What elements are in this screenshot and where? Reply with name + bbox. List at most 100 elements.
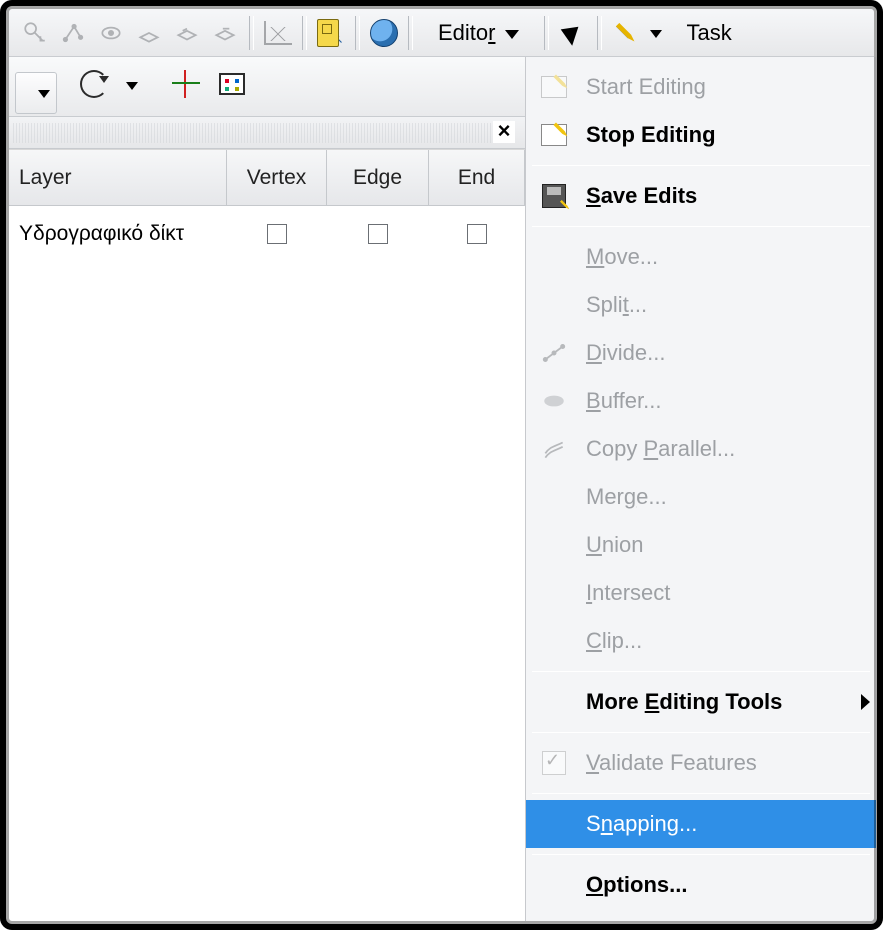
menu-buffer: Buffer...: [526, 377, 876, 425]
save-icon: [536, 178, 572, 214]
vertex-checkbox[interactable]: [267, 224, 287, 244]
menu-separator: [532, 793, 870, 794]
chevron-down-icon[interactable]: [650, 30, 662, 38]
task-label: Task: [676, 20, 731, 46]
submenu-arrow-icon: [861, 694, 870, 710]
menu-validate-features: Validate Features: [526, 739, 876, 787]
toolbar-divider: [355, 16, 360, 50]
snapping-panel: Layer Vertex Edge End Υδρογραφικό δίκτ: [9, 149, 525, 921]
copy-parallel-icon: [536, 431, 572, 467]
layer-plane1-icon[interactable]: [131, 15, 167, 51]
edit-vertex-icon[interactable]: [55, 15, 91, 51]
menu-separator: [532, 854, 870, 855]
table-row: Υδρογραφικό δίκτ: [9, 206, 525, 262]
blank-icon: [536, 527, 572, 563]
menu-label: Validate Features: [586, 750, 757, 776]
col-header-end[interactable]: End: [429, 150, 525, 205]
menu-label: Snapping...: [586, 811, 697, 837]
blank-icon: [536, 479, 572, 515]
panel-grip[interactable]: [13, 123, 493, 143]
main-toolbar: Editor Task: [9, 9, 874, 57]
toolbar-divider: [249, 16, 254, 50]
menu-label: Buffer...: [586, 388, 661, 414]
toolbar-divider: [408, 16, 413, 50]
blank-icon: [536, 239, 572, 275]
view-items-icon[interactable]: [93, 15, 129, 51]
menu-label: Options...: [586, 872, 687, 898]
toolbar-divider: [544, 16, 549, 50]
menu-label: Start Editing: [586, 74, 706, 100]
secondary-toolbar: [9, 57, 525, 117]
col-header-vertex[interactable]: Vertex: [227, 150, 327, 205]
menu-more-editing-tools[interactable]: More Editing Tools: [526, 678, 876, 726]
blank-icon: [536, 806, 572, 842]
menu-label: Save Edits: [586, 183, 697, 209]
edge-checkbox[interactable]: [368, 224, 388, 244]
validate-icon: [536, 745, 572, 781]
grid-config-icon[interactable]: [214, 66, 250, 102]
menu-label: Split...: [586, 292, 647, 318]
menu-move: Move...: [526, 233, 876, 281]
menu-stop-editing[interactable]: Stop Editing: [526, 111, 876, 159]
menu-save-edits[interactable]: Save Edits: [526, 172, 876, 220]
editor-dropdown-label: Editor: [438, 20, 495, 46]
menu-clip: Clip...: [526, 617, 876, 665]
menu-separator: [532, 226, 870, 227]
panel-titlebar: ×: [9, 117, 525, 149]
menu-label: Union: [586, 532, 643, 558]
chevron-down-icon[interactable]: [126, 82, 138, 90]
close-icon[interactable]: ×: [493, 121, 515, 143]
axis-cross-icon[interactable]: [168, 66, 204, 102]
graph-icon[interactable]: [260, 15, 296, 51]
snapping-table-header: Layer Vertex Edge End: [9, 150, 525, 206]
col-header-edge[interactable]: Edge: [327, 150, 429, 205]
col-header-layer[interactable]: Layer: [9, 150, 227, 205]
find-tool-icon[interactable]: [313, 15, 349, 51]
menu-merge: Merge...: [526, 473, 876, 521]
divide-icon: [536, 335, 572, 371]
buffer-icon: [536, 383, 572, 419]
blank-icon: [536, 287, 572, 323]
end-checkbox[interactable]: [467, 224, 487, 244]
blank-icon: [536, 684, 572, 720]
menu-divide: Divide...: [526, 329, 876, 377]
blank-icon: [536, 867, 572, 903]
chevron-down-icon: [505, 30, 519, 39]
layer-name-cell[interactable]: Υδρογραφικό δίκτ: [9, 206, 227, 262]
menu-label: Intersect: [586, 580, 670, 606]
menu-snapping[interactable]: Snapping...: [526, 800, 876, 848]
menu-separator: [532, 165, 870, 166]
menu-label: Copy Parallel...: [586, 436, 735, 462]
menu-label: Clip...: [586, 628, 642, 654]
pencil-box-icon: [536, 117, 572, 153]
toolbar-divider: [302, 16, 307, 50]
blank-icon: [536, 575, 572, 611]
editor-menu: Start Editing Stop Editing Save Edits Mo…: [525, 57, 876, 921]
select-cursor-icon[interactable]: [555, 15, 591, 51]
menu-split: Split...: [526, 281, 876, 329]
menu-copy-parallel: Copy Parallel...: [526, 425, 876, 473]
menu-options[interactable]: Options...: [526, 861, 876, 909]
menu-union: Union: [526, 521, 876, 569]
menu-label: More Editing Tools: [586, 689, 782, 715]
menu-intersect: Intersect: [526, 569, 876, 617]
rotate-tool-icon[interactable]: [76, 66, 112, 102]
empty-dropdown[interactable]: [15, 72, 57, 114]
globe-icon[interactable]: [366, 15, 402, 51]
menu-label: Divide...: [586, 340, 665, 366]
menu-separator: [532, 732, 870, 733]
chevron-down-icon: [38, 90, 50, 98]
blank-icon: [536, 623, 572, 659]
menu-separator: [532, 671, 870, 672]
editor-dropdown[interactable]: Editor: [423, 15, 534, 51]
pencil-box-icon: [536, 69, 572, 105]
menu-label: Move...: [586, 244, 658, 270]
menu-label: Merge...: [586, 484, 667, 510]
toolbar-divider: [597, 16, 602, 50]
menu-start-editing: Start Editing: [526, 63, 876, 111]
layer-plane3-icon[interactable]: [207, 15, 243, 51]
sketch-pencil-icon[interactable]: [608, 15, 644, 51]
key-tool-icon[interactable]: [17, 15, 53, 51]
menu-label: Stop Editing: [586, 122, 716, 148]
layer-plane2-icon[interactable]: [169, 15, 205, 51]
